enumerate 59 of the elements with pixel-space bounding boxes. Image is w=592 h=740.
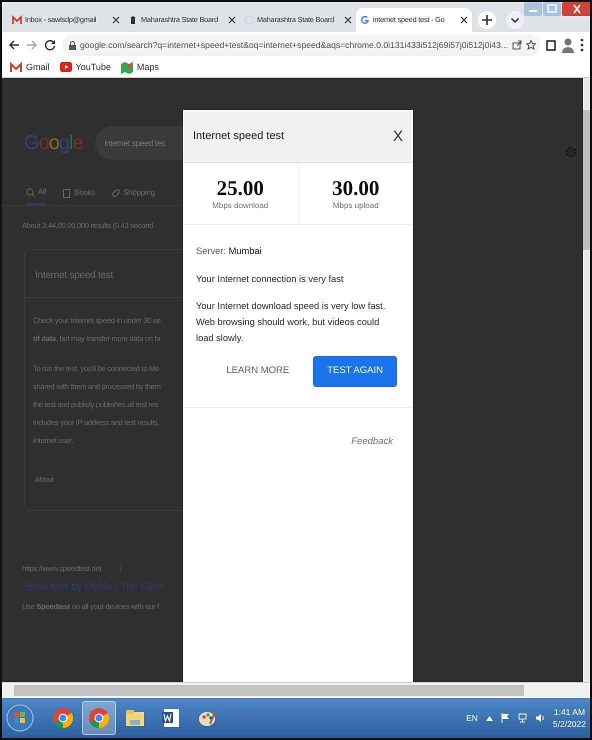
vertical-scrollbar[interactable] (583, 78, 590, 682)
flag-icon[interactable] (500, 713, 510, 723)
book-icon (62, 188, 72, 198)
back-icon[interactable] (8, 39, 20, 51)
search-icon (26, 188, 35, 196)
close-icon[interactable] (112, 16, 120, 24)
test-again-button[interactable]: TEST AGAIN (313, 356, 397, 387)
chrome-icon (88, 707, 110, 729)
learn-more-button[interactable]: LEARN MORE (218, 358, 298, 385)
speed-label: Mbps upload (332, 200, 380, 212)
star-icon[interactable] (526, 40, 536, 50)
speaker-icon[interactable] (534, 713, 545, 723)
bookmark[interactable]: Maps (120, 60, 159, 74)
close-icon[interactable] (228, 16, 236, 24)
share-icon[interactable] (512, 40, 522, 50)
show-hidden-icon[interactable] (486, 716, 493, 720)
tab-search-icon[interactable] (506, 11, 524, 29)
play-icon (60, 62, 72, 74)
horizontal-scrollbar[interactable] (2, 682, 590, 698)
chrome-icon (52, 707, 74, 729)
search-field[interactable]: internet speed tes (94, 126, 183, 160)
close-icon[interactable] (460, 16, 468, 24)
search-tab[interactable]: All (26, 186, 46, 205)
address-bar[interactable]: google.com/search?q=internet+speed+test&oq=internet+speed&aqs=chrome.0.0i131i433i512j69i57j0i512j0i43... (62, 34, 540, 56)
mail-icon (12, 15, 22, 25)
side-panel-icon[interactable] (546, 40, 556, 50)
palette-icon (196, 707, 218, 729)
reload-icon[interactable] (44, 39, 56, 51)
avatar-icon[interactable] (562, 37, 574, 53)
bookmark[interactable]: YouTube (60, 60, 111, 74)
close-button[interactable]: X (392, 128, 403, 144)
map-pin-icon (120, 62, 133, 74)
folder-icon (124, 707, 146, 729)
building-icon (128, 15, 138, 25)
speed-value: 25.00 (216, 177, 265, 200)
server-label: Server: Mumbai (196, 245, 263, 258)
network-icon[interactable] (518, 713, 527, 723)
new-tab-icon[interactable] (478, 11, 496, 29)
dialog-title: Internet speed test (193, 128, 284, 144)
status-text: Your Internet connection is very fast (196, 273, 344, 286)
tag-icon (111, 188, 120, 198)
document-icon (160, 707, 182, 729)
search-tab[interactable]: Shopping (111, 186, 155, 205)
language-indicator[interactable]: EN (466, 712, 478, 724)
lock-icon (69, 40, 76, 50)
clock-time[interactable]: 1:41 AM (552, 706, 586, 718)
speed-value: 30.00 (331, 177, 380, 200)
start-button-icon[interactable] (6, 704, 34, 732)
feedback-link[interactable]: Feedback (351, 436, 393, 447)
mail-icon (10, 62, 22, 74)
clock-date[interactable]: 5/2/2022 (552, 718, 586, 730)
more-icon[interactable] (580, 38, 584, 52)
google-icon (360, 15, 370, 25)
search-tab[interactable]: Books (62, 186, 96, 205)
bookmark[interactable]: Gmail (10, 60, 50, 74)
speed-label: Mbps download (211, 200, 270, 212)
message-text: Your Internet download speed is very low fast. Web browsing should work, but videos could load slowly. (196, 300, 386, 346)
close-icon[interactable] (344, 16, 352, 24)
google-logo[interactable]: Google (24, 128, 83, 158)
